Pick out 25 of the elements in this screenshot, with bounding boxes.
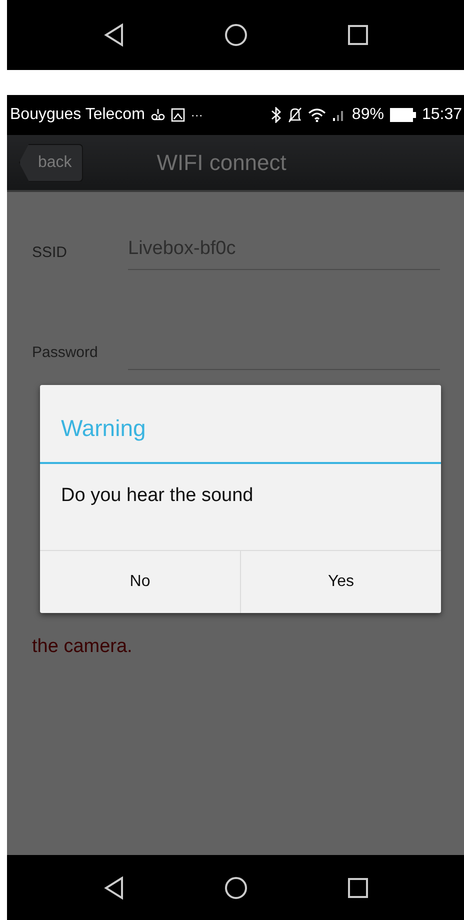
recents-icon[interactable]	[348, 878, 368, 898]
voicemail-icon	[150, 108, 165, 122]
signal-icon	[332, 108, 346, 122]
field-label: Password	[32, 342, 99, 362]
mute-icon	[288, 107, 302, 123]
carrier-name: Bouygues Telecom	[10, 105, 145, 125]
home-icon[interactable]	[224, 876, 248, 900]
dialog-button[interactable]: No	[40, 551, 240, 613]
battery-percentage: 89%	[352, 105, 384, 125]
more-notifications: ···	[190, 107, 203, 124]
dialog-title: Warning	[40, 385, 441, 464]
recents-icon[interactable]	[348, 25, 368, 45]
wifi-icon	[308, 108, 326, 122]
dialog-message: Do you hear the sound	[60, 484, 254, 508]
back-icon[interactable]	[104, 876, 124, 900]
clock: 15:37	[422, 105, 462, 125]
screen-title: WIFI connect	[156, 149, 286, 177]
dialog-button[interactable]: Yes	[240, 551, 441, 613]
field-label: SSID	[32, 242, 68, 262]
back-icon[interactable]	[104, 23, 124, 47]
battery-icon	[390, 108, 416, 122]
image-icon	[170, 108, 185, 122]
home-icon[interactable]	[224, 23, 248, 47]
bluetooth-icon	[270, 107, 282, 123]
instruction-text: the camera.	[32, 635, 132, 659]
